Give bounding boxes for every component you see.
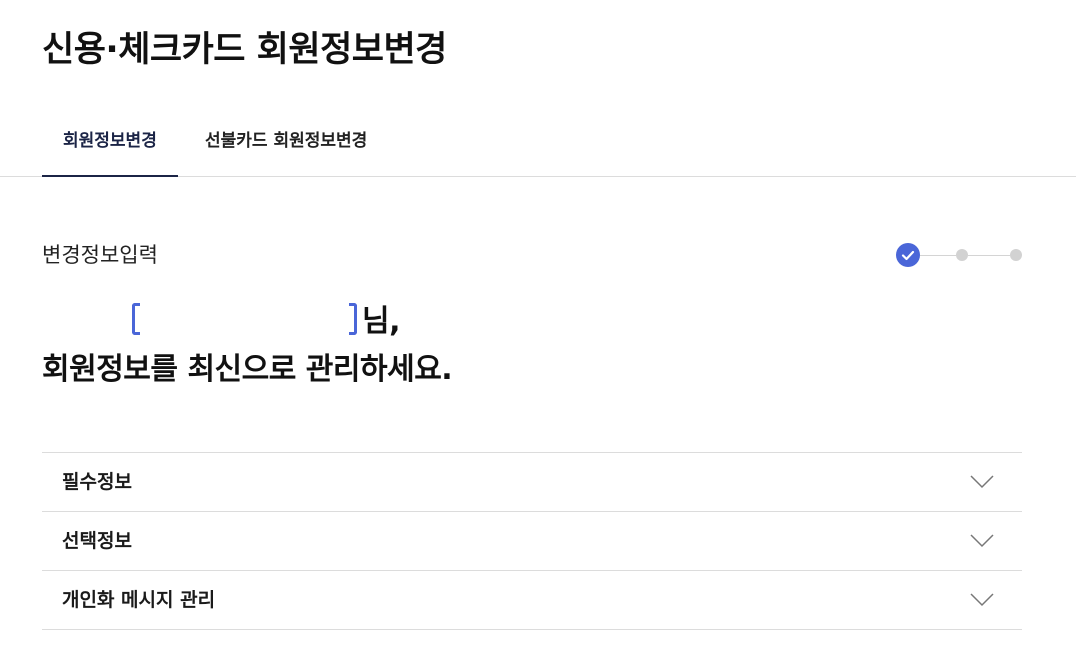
- accordion-optional-info[interactable]: 선택정보: [42, 512, 1022, 571]
- step-2-dot: [956, 249, 968, 261]
- greeting-honorific: 님,: [362, 304, 401, 339]
- chevron-down-icon: [970, 593, 994, 607]
- chevron-down-icon: [970, 534, 994, 548]
- check-icon: [901, 250, 915, 261]
- tab-member-info-change[interactable]: 회원정보변경: [42, 106, 178, 177]
- member-name-field: [132, 303, 357, 335]
- greeting-line-1: 님,: [42, 298, 452, 346]
- accordion-label: 개인화 메시지 관리: [62, 589, 216, 611]
- greeting-message: 회원정보를 최신으로 관리하세요.: [42, 352, 453, 387]
- accordion-label: 선택정보: [62, 530, 132, 552]
- chevron-down-icon: [970, 475, 994, 489]
- step-1-complete: [896, 243, 920, 267]
- step-connector: [968, 255, 1010, 256]
- bracket-left: [132, 303, 140, 335]
- step-connector: [920, 255, 956, 256]
- info-accordion: 필수정보 선택정보 개인화 메시지 관리: [42, 452, 1022, 630]
- accordion-personalized-message[interactable]: 개인화 메시지 관리: [42, 571, 1022, 630]
- accordion-required-info[interactable]: 필수정보: [42, 453, 1022, 512]
- bracket-right: [349, 303, 357, 335]
- progress-stepper: [896, 243, 1022, 267]
- step-3-dot: [1010, 249, 1022, 261]
- page-title: 신용·체크카드 회원정보변경: [42, 30, 447, 70]
- section-title: 변경정보입력: [42, 243, 158, 267]
- greeting: 님, 회원정보를 최신으로 관리하세요.: [42, 298, 453, 394]
- tab-prepaid-member-info-change[interactable]: 선불카드 회원정보변경: [205, 106, 367, 176]
- tab-bar: 회원정보변경 선불카드 회원정보변경: [0, 106, 1076, 177]
- accordion-label: 필수정보: [62, 471, 132, 493]
